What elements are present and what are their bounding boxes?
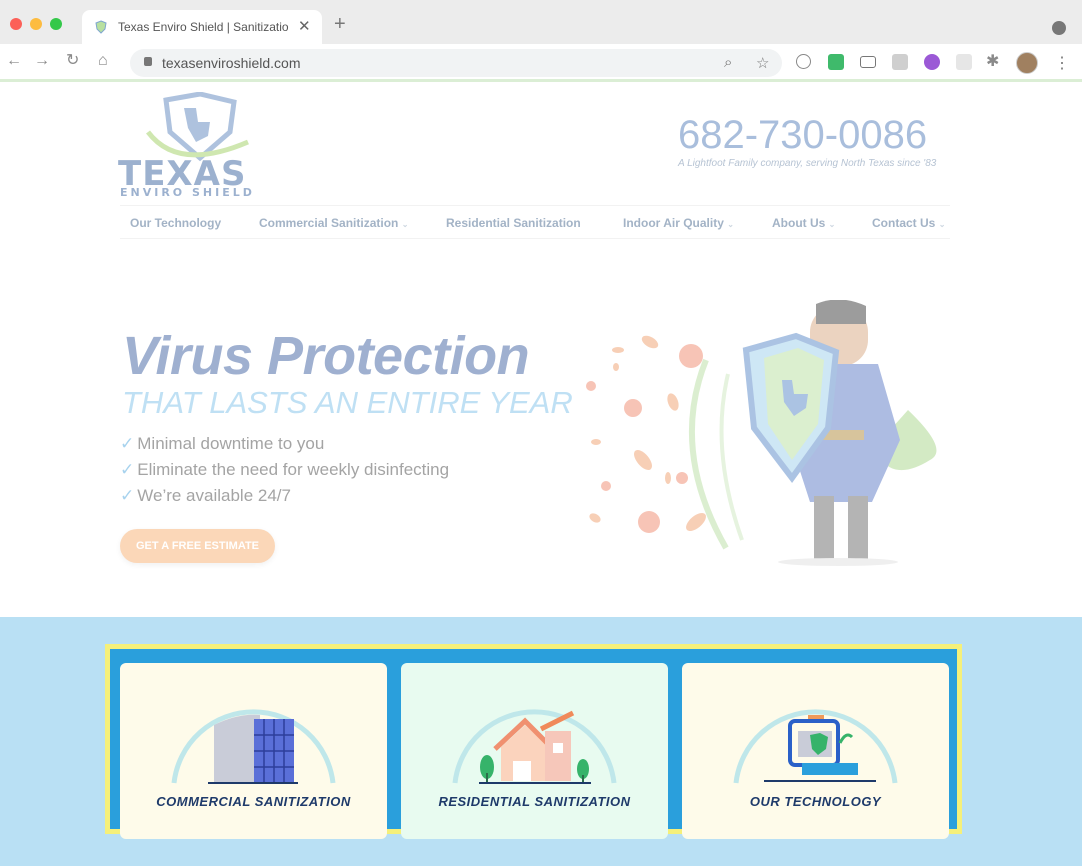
- reload-icon[interactable]: ↻: [66, 53, 79, 69]
- tab-title: Texas Enviro Shield | Sanitizatio: [118, 20, 289, 34]
- tab-search-icon[interactable]: [1052, 21, 1066, 35]
- back-icon[interactable]: ←: [6, 53, 22, 69]
- site-logo[interactable]: TEXAS ENVIRO SHIELD: [118, 92, 278, 199]
- browser-toolbar: ← → ↻ ⌂ texasenviroshield.com ⌕ ☆ ✱ ⋮: [0, 44, 1082, 82]
- card-label: RESIDENTIAL SANITIZATION: [438, 794, 631, 809]
- lock-icon: [144, 57, 152, 66]
- profile-avatar[interactable]: [1016, 52, 1038, 74]
- nav-contact-us[interactable]: Contact Us ⌄: [872, 216, 945, 230]
- card-our-technology[interactable]: OUR TECHNOLOGY: [682, 663, 949, 839]
- check-icon: ✓: [120, 486, 135, 505]
- browser-tab[interactable]: Texas Enviro Shield | Sanitizatio ✕: [82, 10, 322, 44]
- webpage: TEXAS ENVIRO SHIELD 682-730-0086 A Light…: [0, 85, 1082, 866]
- chevron-down-icon: ⌄: [727, 220, 734, 229]
- check-icon: ✓: [120, 434, 135, 453]
- grid-extension-icon[interactable]: [956, 54, 972, 70]
- free-estimate-button[interactable]: GET A FREE ESTIMATE: [120, 529, 275, 563]
- logo-subtitle: ENVIRO SHIELD: [120, 186, 255, 199]
- building-icon: [171, 709, 336, 784]
- nav-residential-sanitization[interactable]: Residential Sanitization: [446, 216, 581, 230]
- chevron-down-icon: ⌄: [401, 220, 409, 229]
- hero-bullet: ✓ We’re available 24/7: [120, 486, 291, 505]
- card-residential-sanitization[interactable]: RESIDENTIAL SANITIZATION: [401, 663, 668, 839]
- nav-indoor-air-quality[interactable]: Indoor Air Quality ⌄: [623, 216, 734, 230]
- home-icon[interactable]: ⌂: [98, 53, 108, 69]
- card-label: OUR TECHNOLOGY: [749, 794, 882, 809]
- house-icon: [452, 709, 617, 784]
- new-tab-button[interactable]: +: [334, 14, 346, 34]
- chevron-down-icon: ⌄: [828, 220, 836, 229]
- check-icon: ✓: [120, 460, 135, 479]
- minimize-window-button[interactable]: [30, 18, 42, 30]
- card-commercial-sanitization[interactable]: COMMERCIAL SANITIZATION: [120, 663, 387, 839]
- address-bar[interactable]: texasenviroshield.com ⌕ ☆: [130, 49, 782, 77]
- chevron-down-icon: ⌄: [938, 220, 946, 229]
- sprayer-machine-icon: [733, 709, 898, 784]
- info-extension-icon[interactable]: [796, 54, 811, 69]
- tagline: A Lightfoot Family company, serving Nort…: [678, 158, 937, 169]
- zoom-window-button[interactable]: [50, 18, 62, 30]
- zoom-icon[interactable]: ⌕: [724, 54, 732, 71]
- browser-tab-strip: Texas Enviro Shield | Sanitizatio ✕ +: [0, 0, 1082, 44]
- tool-extension-icon[interactable]: [892, 54, 908, 70]
- puzzle-icon[interactable]: ✱: [986, 54, 999, 70]
- highlighted-service-cards: COMMERCIAL SANITIZATION RESIDENTIAL SANI…: [105, 644, 962, 839]
- forward-icon[interactable]: →: [34, 53, 50, 69]
- close-window-button[interactable]: [10, 18, 22, 30]
- hero-bullet: ✓ Minimal downtime to you: [120, 434, 325, 453]
- hero-subtitle: THAT LASTS AN ENTIRE YEAR: [122, 385, 573, 420]
- main-navigation: Our Technology Commercial Sanitization ⌄…: [120, 205, 950, 239]
- url-text[interactable]: texasenviroshield.com: [162, 55, 301, 71]
- site-favicon-icon: [95, 20, 107, 34]
- menu-icon[interactable]: ⋮: [1054, 53, 1070, 73]
- hero-title: Virus Protection: [122, 326, 530, 386]
- shield-logo-icon: [146, 92, 249, 162]
- nav-about-us[interactable]: About Us ⌄: [772, 216, 835, 230]
- green-extension-icon[interactable]: [828, 54, 844, 70]
- purple-extension-icon[interactable]: [924, 54, 940, 70]
- star-icon[interactable]: ☆: [756, 54, 769, 72]
- hero-bullet: ✓ Eliminate the need for weekly disinfect…: [120, 460, 450, 479]
- tab-close-icon[interactable]: ✕: [298, 17, 311, 35]
- phone-number[interactable]: 682-730-0086: [678, 113, 927, 158]
- pip-extension-icon[interactable]: [860, 56, 876, 68]
- nav-our-technology[interactable]: Our Technology: [130, 216, 221, 230]
- nav-commercial-sanitization[interactable]: Commercial Sanitization ⌄: [259, 216, 408, 230]
- superhero-shield-illustration: [586, 300, 937, 566]
- card-label: COMMERCIAL SANITIZATION: [156, 794, 351, 809]
